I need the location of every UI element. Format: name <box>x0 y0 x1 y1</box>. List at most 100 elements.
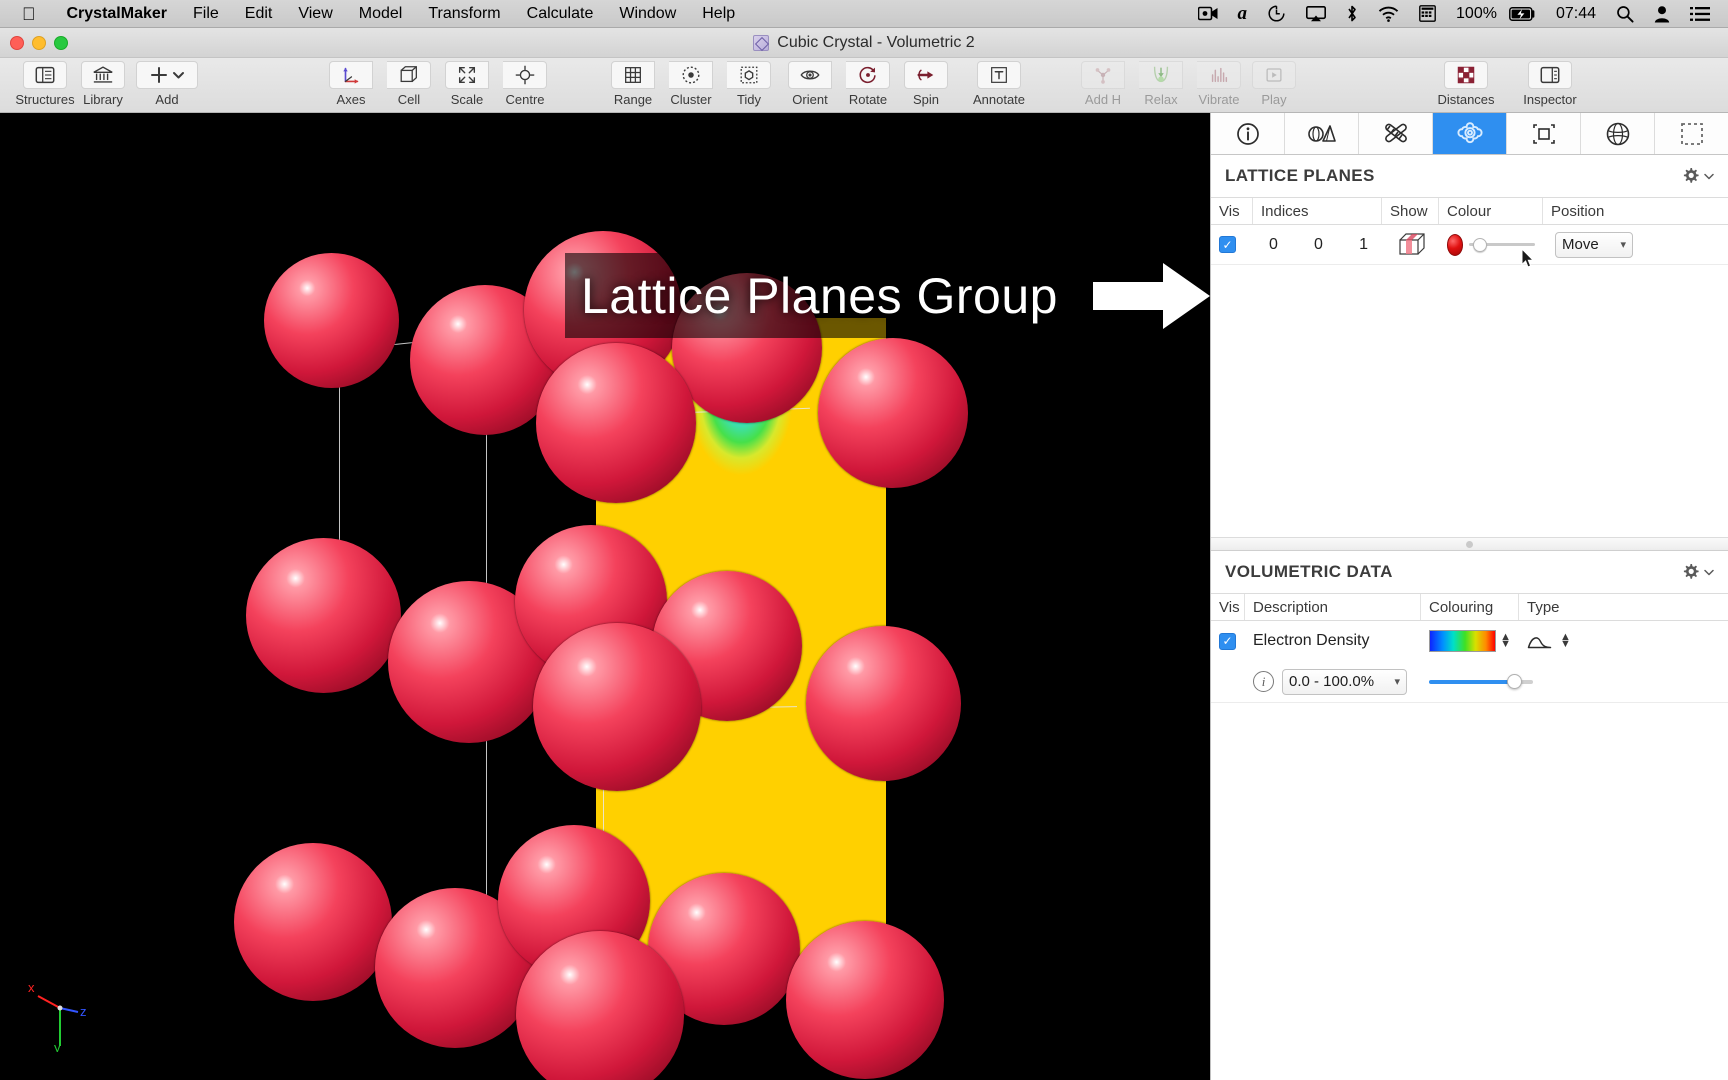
notification-center-icon[interactable] <box>1680 6 1728 22</box>
volumetric-visibility-checkbox[interactable]: ✓ <box>1211 621 1245 661</box>
volumetric-type-cell[interactable]: ▲ ▼ <box>1519 621 1728 661</box>
toolbar-button-cluster[interactable]: Cluster <box>662 61 720 107</box>
toolbar-button-structures[interactable]: Structures <box>15 61 75 107</box>
toolbar-button-axes[interactable]: Axes <box>322 61 380 107</box>
toolbar-button-orient[interactable]: Orient <box>781 61 839 107</box>
menu-item-help[interactable]: Help <box>689 5 748 23</box>
density-range-dropdown[interactable]: 0.0 - 100.0% ▾ <box>1282 668 1407 695</box>
density-level-slider[interactable] <box>1429 674 1533 690</box>
screen-record-icon[interactable] <box>1188 6 1228 21</box>
bluetooth-icon[interactable] <box>1336 4 1368 23</box>
battery-charging-icon[interactable] <box>1507 6 1546 21</box>
atom-sphere[interactable] <box>818 338 968 488</box>
panel-split-divider[interactable] <box>1211 537 1728 551</box>
miller-index-k[interactable]: 0 <box>1314 236 1323 254</box>
lattice-planes-gear-menu[interactable] <box>1680 166 1714 187</box>
atom-sphere[interactable] <box>786 921 944 1079</box>
eye-orient-icon <box>788 61 832 89</box>
tab-info[interactable] <box>1211 113 1285 154</box>
input-menu-keyboard-icon[interactable] <box>1409 5 1446 22</box>
toolbar-button-scale[interactable]: Scale <box>438 61 496 107</box>
toolbar-button-rotate[interactable]: Rotate <box>839 61 897 107</box>
text-annotate-icon <box>977 61 1021 89</box>
lattice-plane-position-cell[interactable]: Move ▾ <box>1543 225 1728 264</box>
miller-index-l[interactable]: 1 <box>1359 236 1368 254</box>
apple-logo-icon[interactable]:  <box>22 5 36 23</box>
library-building-icon <box>81 61 125 89</box>
menu-item-calculate[interactable]: Calculate <box>514 5 607 23</box>
toolbar-button-cell[interactable]: Cell <box>380 61 438 107</box>
toolbar-label-library: Library <box>83 92 123 107</box>
surface-slice-icon <box>1527 637 1552 649</box>
lattice-plane-show-cell[interactable] <box>1382 225 1439 264</box>
lattice-plane-row[interactable]: ✓ 0 0 1 Move ▾ <box>1211 225 1728 265</box>
toolbar-label-scale: Scale <box>450 92 484 107</box>
volumetric-data-subrow[interactable]: i 0.0 - 100.0% ▾ <box>1211 661 1728 703</box>
menu-item-transform[interactable]: Transform <box>415 5 513 23</box>
cluster-dotted-circle-icon <box>669 61 713 89</box>
menu-item-file[interactable]: File <box>180 5 232 23</box>
atom-sphere[interactable] <box>533 623 701 791</box>
toolbar-button-annotate[interactable]: Annotate <box>957 61 1041 107</box>
lattice-plane-indices: 0 0 1 <box>1253 225 1382 264</box>
axes-icon <box>329 61 373 89</box>
user-account-icon[interactable] <box>1644 5 1680 23</box>
toolbar-button-tidy[interactable]: Tidy <box>720 61 778 107</box>
tab-selection[interactable] <box>1655 113 1728 154</box>
slider-knob[interactable] <box>1507 674 1522 689</box>
chevron-down-icon: ▾ <box>1620 239 1626 251</box>
atom-sphere[interactable] <box>806 626 961 781</box>
crystal-3d-viewport[interactable]: Lattice Planes Group x y z <box>0 113 1210 1080</box>
colour-swatch[interactable] <box>1447 233 1464 256</box>
toolbar-button-play[interactable]: Play <box>1245 61 1303 107</box>
atom-sphere[interactable] <box>246 538 401 693</box>
menu-item-crystalmaker[interactable]: CrystalMaker <box>54 5 181 23</box>
airplay-icon[interactable] <box>1296 5 1336 22</box>
volumetric-data-row[interactable]: ✓ Electron Density ▲ ▼ ▲ ▼ <box>1211 621 1728 661</box>
toolbar-button-add[interactable]: Add <box>132 61 202 107</box>
atom-sphere[interactable] <box>234 843 392 1001</box>
volumetric-level-cell[interactable] <box>1421 661 1728 702</box>
info-circle-icon[interactable]: i <box>1253 671 1274 692</box>
lattice-plane-visibility-checkbox[interactable]: ✓ <box>1211 225 1253 264</box>
menu-item-model[interactable]: Model <box>346 5 416 23</box>
position-mode-dropdown[interactable]: Move ▾ <box>1555 231 1633 258</box>
rainbow-spectrum-swatch[interactable] <box>1429 630 1497 652</box>
axis-label-z: z <box>80 1004 87 1019</box>
toolbar-button-range[interactable]: Range <box>604 61 662 107</box>
tab-bonds-sticks[interactable] <box>1359 113 1433 154</box>
text-input-a-icon[interactable]: a <box>1228 3 1258 25</box>
tab-surfaces[interactable] <box>1581 113 1655 154</box>
toolbar-button-library[interactable]: Library <box>74 61 132 107</box>
menubar-clock[interactable]: 07:44 <box>1546 5 1606 23</box>
toolbar-button-centre[interactable]: Centre <box>496 61 554 107</box>
column-header-position: Position <box>1551 202 1605 220</box>
toolbar-button-distances[interactable]: Distances <box>1424 61 1508 107</box>
tab-unit-cell[interactable] <box>1507 113 1581 154</box>
toolbar-button-inspector[interactable]: Inspector <box>1508 61 1592 107</box>
time-machine-icon[interactable] <box>1257 4 1296 23</box>
toolbar-button-add-h[interactable]: Add H <box>1074 61 1132 107</box>
atom-sphere[interactable] <box>264 253 399 388</box>
toolbar-button-vibrate[interactable]: Vibrate <box>1190 61 1248 107</box>
volumetric-colouring-cell[interactable]: ▲ ▼ <box>1421 621 1519 661</box>
tab-model-type[interactable] <box>1285 113 1359 154</box>
colouring-stepper-icon[interactable]: ▲ ▼ <box>1500 632 1511 650</box>
volumetric-description-cell: Electron Density <box>1245 621 1421 661</box>
type-stepper-icon[interactable]: ▲ ▼ <box>1560 632 1571 650</box>
crystalmaker-window:  CrystalMaker File Edit View Model Tran… <box>0 0 1728 1080</box>
menu-item-window[interactable]: Window <box>606 5 689 23</box>
spotlight-search-icon[interactable] <box>1606 5 1644 23</box>
slider-knob[interactable] <box>1473 237 1488 252</box>
toolbar-button-spin[interactable]: Spin <box>897 61 955 107</box>
atom-sphere[interactable] <box>536 343 696 503</box>
volumetric-data-gear-menu[interactable] <box>1680 562 1714 583</box>
wifi-icon[interactable] <box>1368 6 1409 22</box>
toolbar-button-relax[interactable]: Relax <box>1132 61 1190 107</box>
miller-index-h[interactable]: 0 <box>1269 236 1278 254</box>
tab-lattice-planes[interactable] <box>1433 113 1507 154</box>
column-header-description: Description <box>1245 594 1421 620</box>
menu-item-edit[interactable]: Edit <box>232 5 286 23</box>
menu-item-view[interactable]: View <box>285 5 345 23</box>
volumetric-range-cell[interactable]: i 0.0 - 100.0% ▾ <box>1245 661 1421 702</box>
